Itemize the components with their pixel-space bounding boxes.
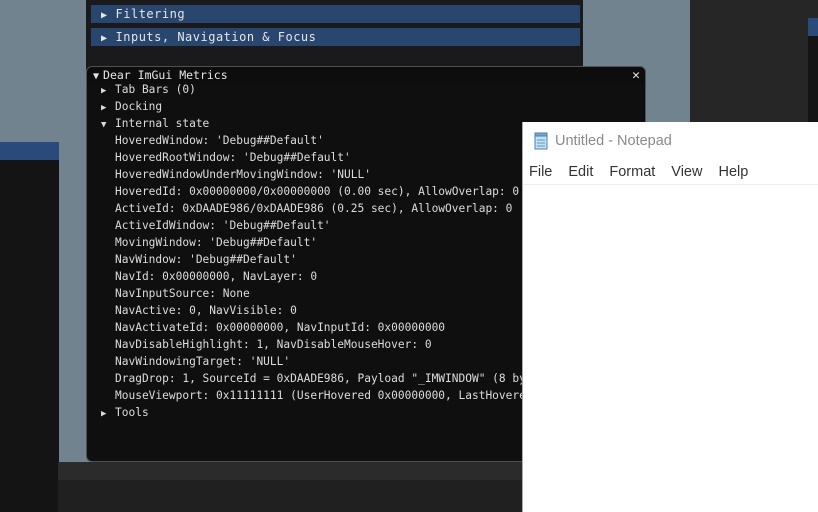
tree-text: HoveredWindowUnderMovingWindow: 'NULL': [115, 166, 371, 183]
tree-text: DragDrop: 1, SourceId = 0xDAADE986, Payl…: [115, 370, 553, 387]
tree-label: NavDisableHighlight: 1, NavDisableMouseH…: [115, 338, 432, 351]
tree-label: NavWindow: 'Debug##Default': [115, 253, 297, 266]
menu-edit[interactable]: Edit: [568, 164, 593, 180]
background-panel-left: [0, 142, 59, 512]
header-label: Inputs, Navigation & Focus: [115, 30, 317, 44]
tree-text: NavActivateId: 0x00000000, NavInputId: 0…: [115, 319, 445, 336]
tree-text: MovingWindow: 'Debug##Default': [115, 234, 317, 251]
tree-text: HoveredRootWindow: 'Debug##Default': [115, 149, 351, 166]
tree-node[interactable]: ▶ Tab Bars (0): [101, 81, 196, 98]
tree-text: NavDisableHighlight: 1, NavDisableMouseH…: [115, 336, 432, 353]
notepad-title-bar[interactable]: Untitled - Notepad: [523, 122, 818, 160]
tree-node[interactable]: ▶ Tools: [101, 404, 149, 421]
tree-text: NavInputSource: None: [115, 285, 250, 302]
tree-label: NavActive: 0, NavVisible: 0: [115, 304, 297, 317]
tree-label: Docking: [115, 100, 163, 113]
tree-label: NavId: 0x00000000, NavLayer: 0: [115, 270, 318, 283]
background-panel-right-inner: [808, 18, 818, 122]
tree-label: HoveredId: 0x00000000/0x00000000 (0.00 s…: [115, 185, 520, 198]
header-label: Filtering: [115, 7, 186, 21]
tree-label: ActiveId: 0xDAADE986/0xDAADE986 (0.25 se…: [115, 202, 513, 215]
tree-label: NavActivateId: 0x00000000, NavInputId: 0…: [115, 321, 446, 334]
arrow-down-icon[interactable]: ▼: [101, 117, 109, 134]
tree-node[interactable]: ▶ Docking: [101, 98, 162, 115]
tree-label: Tools: [115, 406, 149, 419]
background-panel-right: [690, 0, 818, 122]
metrics-title: Dear ImGui Metrics: [103, 68, 228, 82]
tree-text: HoveredWindow: 'Debug##Default': [115, 132, 324, 149]
notepad-menu-bar: File Edit Format View Help: [523, 160, 818, 185]
menu-help[interactable]: Help: [718, 164, 748, 180]
menu-view[interactable]: View: [671, 164, 702, 180]
tree-label: MovingWindow: 'Debug##Default': [115, 236, 318, 249]
arrow-right-icon[interactable]: ▶: [101, 406, 109, 423]
header-filtering[interactable]: ▶ Filtering: [91, 5, 580, 23]
tree-text: NavId: 0x00000000, NavLayer: 0: [115, 268, 317, 285]
background-panel-bottom-inner: [58, 480, 523, 512]
tree-text: HoveredId: 0x00000000/0x00000000 (0.00 s…: [115, 183, 519, 200]
tree-label: NavInputSource: None: [115, 287, 250, 300]
close-icon[interactable]: ✕: [632, 68, 640, 83]
debug-window: ▶ Filtering ▶ Inputs, Navigation & Focus: [86, 0, 583, 70]
tree-text: ActiveIdWindow: 'Debug##Default': [115, 217, 331, 234]
tree-label: Tab Bars (0): [115, 83, 196, 96]
notepad-title: Untitled - Notepad: [555, 133, 672, 149]
arrow-right-icon: ▶: [101, 10, 108, 21]
menu-file[interactable]: File: [529, 164, 552, 180]
tree-text: NavActive: 0, NavVisible: 0: [115, 302, 297, 319]
tree-label: HoveredWindowUnderMovingWindow: 'NULL': [115, 168, 371, 181]
arrow-right-icon: ▶: [101, 33, 108, 44]
tree-label: Internal state: [115, 117, 210, 130]
tree-text: NavWindowingTarget: 'NULL': [115, 353, 290, 370]
tree-text: ActiveId: 0xDAADE986/0xDAADE986 (0.25 se…: [115, 200, 512, 217]
menu-format[interactable]: Format: [609, 164, 655, 180]
header-inputs-navigation-focus[interactable]: ▶ Inputs, Navigation & Focus: [91, 28, 580, 46]
collapse-arrow-icon[interactable]: ▼: [93, 71, 99, 82]
tree-text: NavWindow: 'Debug##Default': [115, 251, 297, 268]
tree-label: NavWindowingTarget: 'NULL': [115, 355, 291, 368]
notepad-text-area[interactable]: [523, 185, 818, 512]
tree-label: ActiveIdWindow: 'Debug##Default': [115, 219, 331, 232]
notepad-icon: [533, 132, 549, 150]
notepad-window[interactable]: Untitled - Notepad File Edit Format View…: [522, 122, 818, 512]
tree-node[interactable]: ▼ Internal state: [101, 115, 209, 132]
tree-label: HoveredWindow: 'Debug##Default': [115, 134, 324, 147]
tree-label: DragDrop: 1, SourceId = 0xDAADE986, Payl…: [115, 372, 553, 385]
tree-label: HoveredRootWindow: 'Debug##Default': [115, 151, 351, 164]
